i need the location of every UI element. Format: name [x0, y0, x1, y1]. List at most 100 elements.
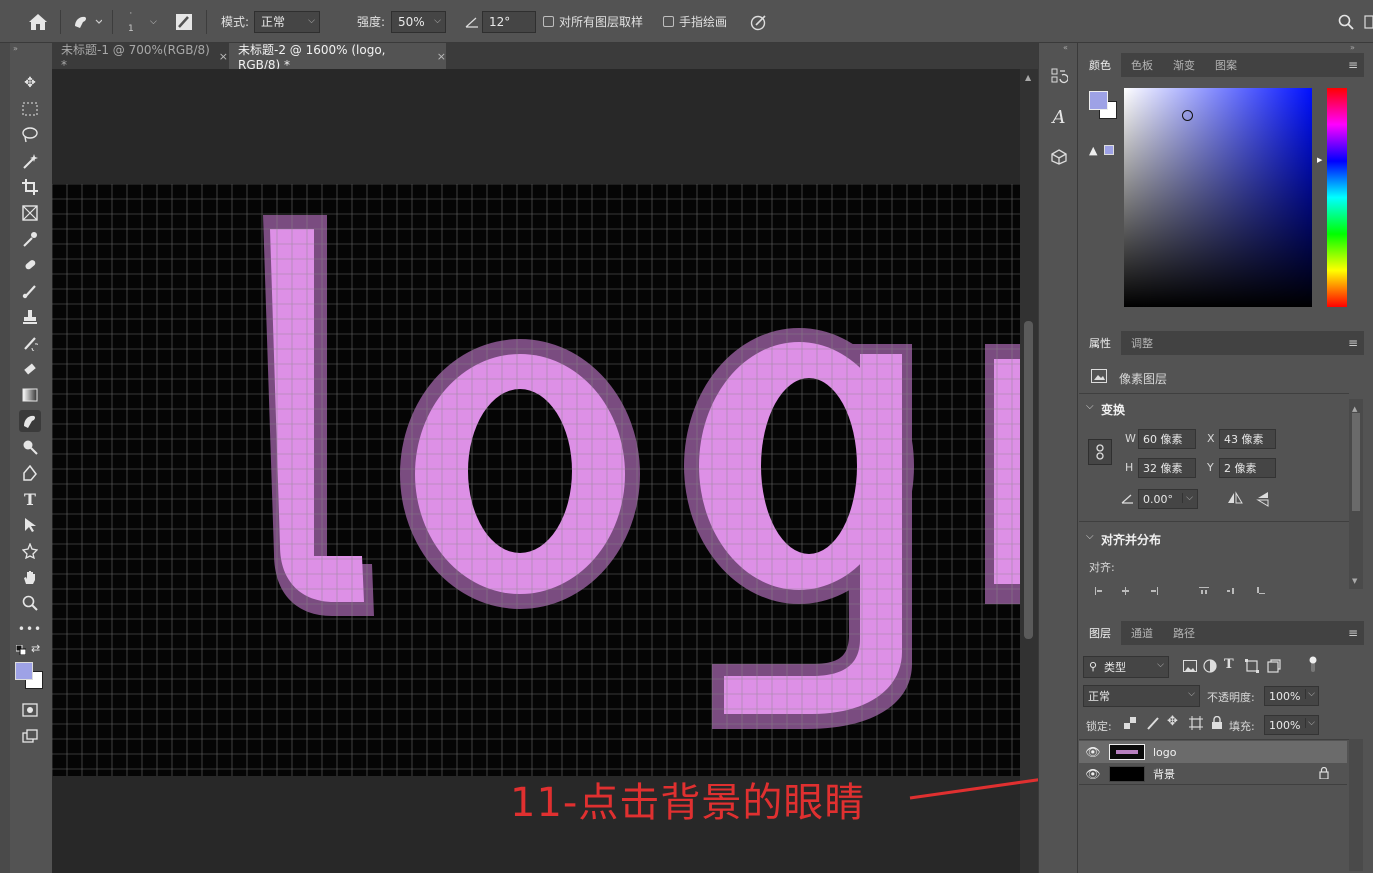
3d-panel-icon[interactable] — [1048, 146, 1070, 168]
lasso-tool-icon[interactable] — [19, 124, 41, 146]
screen-mode-icon[interactable] — [19, 725, 41, 747]
lock-all-icon[interactable] — [1211, 715, 1223, 732]
flip-horizontal-icon[interactable] — [1227, 491, 1243, 508]
crop-tool-icon[interactable] — [19, 176, 41, 198]
color-picker-cursor[interactable] — [1182, 110, 1193, 121]
panel-menu-icon[interactable]: ≡ — [1348, 58, 1358, 72]
zoom-tool-icon[interactable] — [19, 592, 41, 614]
filter-pixel-icon[interactable] — [1183, 660, 1197, 672]
tab-gradients[interactable]: 渐变 — [1163, 53, 1205, 77]
rotation-input[interactable]: 0.00° ⌵ — [1138, 489, 1198, 509]
dodge-tool-icon[interactable] — [19, 436, 41, 458]
collapse-panel-icon[interactable]: » — [1350, 43, 1355, 52]
flip-vertical-icon[interactable] — [1256, 491, 1270, 510]
x-input[interactable]: 43 像素 — [1219, 429, 1276, 449]
scrollbar-thumb[interactable] — [1024, 321, 1033, 639]
healing-brush-icon[interactable] — [19, 254, 41, 276]
link-dimensions-icon[interactable] — [1088, 439, 1112, 465]
layer-filter-select[interactable]: ⚲ 类型 ⌵ — [1083, 656, 1169, 678]
opacity-input[interactable]: 100% ⌵ — [1264, 686, 1319, 706]
character-panel-icon[interactable]: A — [1048, 106, 1070, 128]
move-tool-icon[interactable]: ✥ — [19, 72, 41, 94]
chevron-down-icon[interactable]: ⌵ — [1305, 689, 1315, 699]
clone-stamp-icon[interactable] — [19, 306, 41, 328]
layers-scrollbar[interactable] — [1349, 739, 1363, 871]
chevron-down-icon[interactable]: ⌵ — [1086, 401, 1094, 412]
chevron-down-icon[interactable]: ⌵ — [1086, 531, 1094, 542]
filter-toggle-switch[interactable] — [1309, 656, 1317, 672]
y-input[interactable]: 2 像素 — [1219, 458, 1276, 478]
tab-layers[interactable]: 图层 — [1079, 621, 1121, 645]
search-icon[interactable] — [1338, 0, 1354, 43]
hue-slider-arrow-icon[interactable]: ▶ — [1317, 156, 1322, 164]
layer-row-background[interactable]: 👁 背景 — [1079, 763, 1347, 785]
collapse-panel-icon[interactable]: » — [13, 44, 18, 53]
lock-image-icon[interactable] — [1146, 716, 1160, 733]
layer-row-logo[interactable]: 👁 logo — [1079, 741, 1347, 763]
tab-document-2[interactable]: 未标题-2 @ 1600% (logo, RGB/8) * × — [229, 43, 446, 72]
vertical-scrollbar[interactable]: ▲ — [1020, 69, 1038, 873]
home-icon[interactable] — [28, 0, 48, 43]
blend-mode-select[interactable]: 正常 ⌵ — [1083, 685, 1200, 707]
collapse-panel-icon[interactable]: « — [1063, 43, 1068, 52]
tab-paths[interactable]: 路径 — [1163, 621, 1205, 645]
properties-scrollbar[interactable]: ▲ ▼ — [1349, 399, 1363, 589]
default-colors-icon[interactable] — [15, 644, 27, 656]
hue-slider[interactable] — [1327, 88, 1347, 307]
strength-input[interactable]: 50% ⌵ — [391, 10, 446, 33]
color-field[interactable] — [1124, 88, 1312, 307]
close-icon[interactable]: × — [437, 50, 446, 63]
smudge-tool-icon[interactable] — [19, 410, 41, 432]
close-icon[interactable]: × — [219, 50, 228, 63]
fill-input[interactable]: 100% ⌵ — [1264, 715, 1319, 735]
canvas-area[interactable] — [52, 69, 1020, 873]
tab-properties[interactable]: 属性 — [1079, 331, 1121, 355]
pixel-canvas[interactable] — [52, 184, 1020, 776]
sample-all-layers-checkbox[interactable]: 对所有图层取样 — [543, 0, 643, 43]
chevron-down-icon[interactable]: ⌵ — [1182, 493, 1193, 503]
history-panel-icon[interactable] — [1048, 65, 1070, 87]
custom-shape-icon[interactable] — [19, 540, 41, 562]
tab-document-1[interactable]: 未标题-1 @ 700%(RGB/8) * × — [52, 43, 228, 72]
foreground-color-swatch[interactable] — [1089, 91, 1108, 110]
brush-settings-icon[interactable] — [175, 0, 193, 43]
lock-transparent-icon[interactable] — [1124, 717, 1136, 732]
lock-artboard-icon[interactable] — [1189, 716, 1203, 733]
marquee-tool-icon[interactable] — [19, 98, 41, 120]
height-input[interactable]: 32 像素 — [1138, 458, 1196, 478]
foreground-color-swatch[interactable] — [15, 662, 33, 680]
width-input[interactable]: 60 像素 — [1138, 429, 1196, 449]
brush-tool-icon[interactable] — [19, 280, 41, 302]
filter-adjustment-icon[interactable] — [1203, 659, 1217, 676]
more-tools-icon[interactable]: ••• — [18, 618, 41, 640]
filter-shape-icon[interactable] — [1245, 659, 1259, 676]
eyedropper-icon[interactable] — [19, 228, 41, 250]
tab-swatches[interactable]: 色板 — [1121, 53, 1163, 77]
workspace-icon[interactable] — [1364, 0, 1373, 43]
swap-colors-icon[interactable]: ⇄ — [31, 642, 40, 655]
chevron-down-icon[interactable]: ⌵ — [150, 0, 157, 43]
path-selection-icon[interactable] — [19, 514, 41, 536]
visibility-eye-icon[interactable]: 👁 — [1079, 767, 1107, 781]
panel-menu-icon[interactable]: ≡ — [1348, 336, 1358, 350]
scroll-up-icon[interactable]: ▲ — [1025, 73, 1031, 82]
magic-wand-icon[interactable] — [19, 150, 41, 172]
align-buttons[interactable] — [1095, 584, 1275, 595]
brush-size-picker[interactable]: · 1 — [128, 0, 134, 43]
eraser-icon[interactable] — [19, 358, 41, 380]
tab-adjustments[interactable]: 调整 — [1121, 331, 1163, 355]
tab-channels[interactable]: 通道 — [1121, 621, 1163, 645]
filter-type-icon[interactable]: T — [1224, 657, 1234, 672]
quick-mask-icon[interactable] — [19, 699, 41, 721]
gamut-warning-icon[interactable]: ▲ — [1089, 144, 1097, 157]
visibility-eye-icon[interactable]: 👁 — [1079, 745, 1107, 759]
hand-tool-icon[interactable] — [19, 566, 41, 588]
filter-smart-object-icon[interactable] — [1267, 659, 1281, 676]
panel-menu-icon[interactable]: ≡ — [1348, 626, 1358, 640]
history-brush-icon[interactable] — [19, 332, 41, 354]
tab-patterns[interactable]: 图案 — [1205, 53, 1247, 77]
type-tool-icon[interactable]: T — [19, 488, 41, 510]
smudge-tool-preset-icon[interactable] — [72, 0, 102, 43]
angle-input[interactable]: 12° — [482, 10, 536, 33]
chevron-down-icon[interactable]: ⌵ — [1305, 718, 1315, 728]
